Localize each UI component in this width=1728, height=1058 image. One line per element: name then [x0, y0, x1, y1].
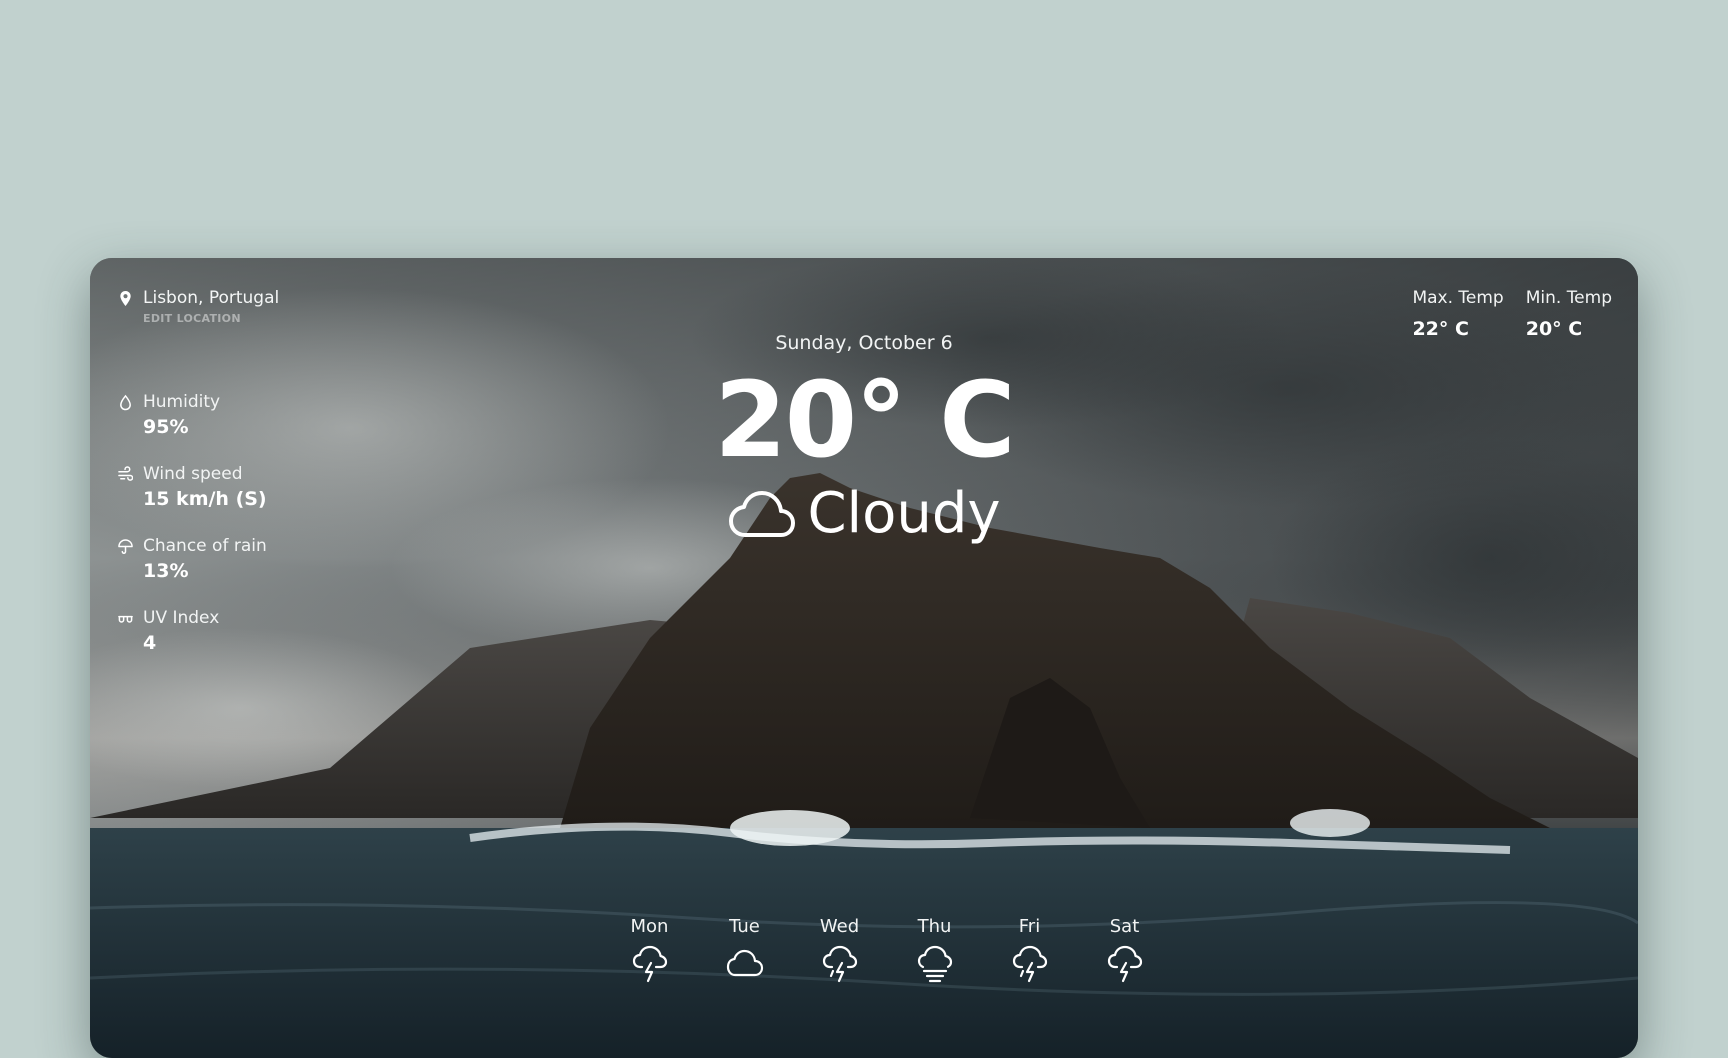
map-pin-icon	[120, 290, 131, 306]
current-weather: Sunday, October 6 20° C Cloudy	[90, 332, 1638, 542]
uv-index-label: UV Index	[143, 608, 220, 628]
cloud-icon	[726, 949, 763, 977]
location-block: Lisbon, Portugal EDIT LOCATION	[118, 288, 279, 325]
rain-storm-icon	[822, 945, 857, 983]
forecast-day-label: Thu	[917, 916, 952, 937]
thunderstorm-icon	[1107, 945, 1142, 983]
location-name: Lisbon, Portugal	[143, 288, 280, 308]
min-temp-block: Min. Temp 20° C	[1526, 288, 1612, 340]
forecast-day-tue[interactable]: Tue	[697, 916, 792, 985]
temperature-range: Max. Temp 22° C Min. Temp 20° C	[1412, 288, 1612, 340]
forecast-day-label: Fri	[1018, 916, 1041, 937]
current-temperature: 20° C	[714, 359, 1015, 481]
forecast-day-sat[interactable]: Sat	[1077, 916, 1172, 985]
rain-storm-icon	[1012, 945, 1047, 983]
forecast-day-wed[interactable]: Wed	[792, 916, 887, 985]
forecast-day-label: Mon	[630, 916, 669, 937]
forecast-day-label: Sat	[1109, 916, 1140, 937]
fog-icon	[917, 945, 952, 983]
edit-location-link[interactable]: EDIT LOCATION	[143, 312, 279, 325]
forecast-day-thu[interactable]: Thu	[887, 916, 982, 985]
thunderstorm-icon	[632, 945, 667, 983]
forecast-day-fri[interactable]: Fri	[982, 916, 1077, 985]
min-temp-label: Min. Temp	[1525, 288, 1612, 308]
chance-of-rain-value: 13%	[143, 560, 189, 582]
forecast-day-label: Tue	[729, 916, 760, 937]
weekly-forecast: Mon Tue Wed Thu Fri Sat	[602, 916, 1172, 985]
forecast-day-mon[interactable]: Mon	[602, 916, 697, 985]
current-condition: Cloudy	[807, 481, 1001, 546]
sunglasses-icon	[118, 615, 133, 623]
min-temp-value: 20° C	[1525, 318, 1583, 340]
forecast-day-label: Wed	[819, 916, 860, 937]
stat-uv: UV Index 4	[118, 608, 267, 680]
uv-index-value: 4	[143, 632, 157, 654]
max-temp-label: Max. Temp	[1412, 288, 1504, 308]
cloud-icon	[729, 491, 796, 537]
current-date: Sunday, October 6	[775, 332, 953, 354]
max-temp-value: 22° C	[1412, 318, 1469, 340]
stat-rain: Chance of rain 13%	[118, 536, 267, 608]
weather-card: Lisbon, Portugal EDIT LOCATION Humidity …	[90, 258, 1638, 1058]
max-temp-block: Max. Temp 22° C	[1412, 288, 1503, 340]
